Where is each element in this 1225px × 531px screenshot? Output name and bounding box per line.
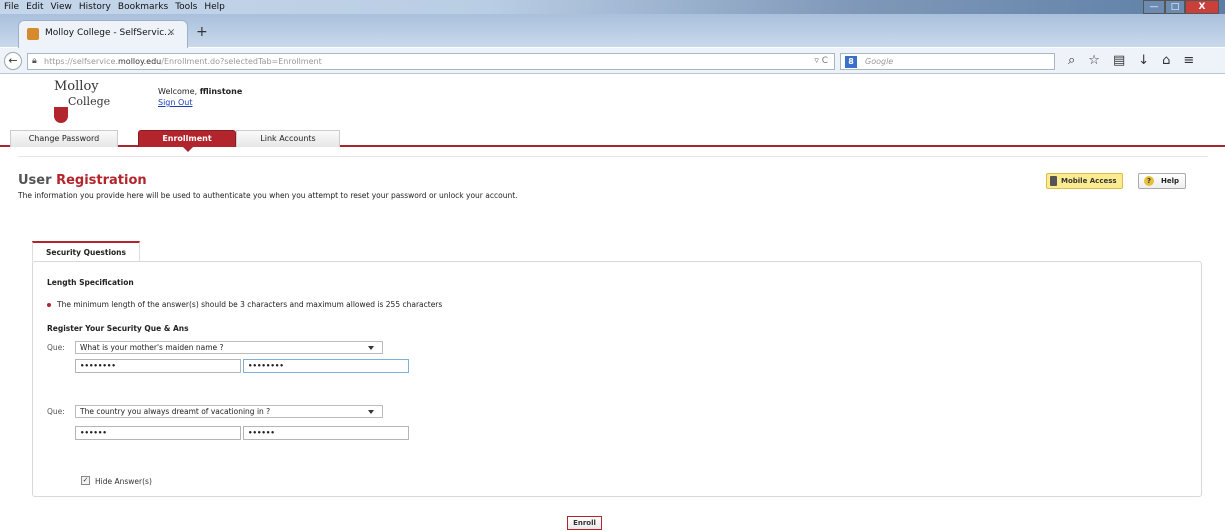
home-icon[interactable]: ⌂: [1162, 53, 1170, 68]
hide-answers-label: Hide Answer(s): [95, 477, 152, 486]
chevron-down-icon: [368, 410, 374, 414]
search-engine-icon[interactable]: 8: [845, 56, 857, 68]
menu-bookmarks[interactable]: Bookmarks: [118, 1, 168, 13]
help-icon: ?: [1144, 176, 1154, 186]
answer-field-2[interactable]: ••••••: [75, 426, 241, 440]
register-heading: Register Your Security Que & Ans: [47, 324, 189, 333]
answer-field-1[interactable]: ••••••••: [75, 359, 241, 373]
url-text: https://selfservice.molloy.edu/Enrollmen…: [44, 57, 322, 66]
search-box[interactable]: 8 Google: [840, 53, 1055, 70]
search-icon[interactable]: ⌕: [1068, 53, 1075, 68]
search-placeholder: Google: [865, 57, 894, 66]
close-window-button[interactable]: X: [1185, 0, 1219, 14]
bullet-icon: [47, 303, 51, 307]
page-title: User Registration: [18, 173, 147, 188]
bookmark-star-icon[interactable]: ☆: [1088, 53, 1100, 68]
reload-icon[interactable]: ▿ C: [814, 56, 828, 66]
browser-menubar: File Edit View History Bookmarks Tools H…: [0, 0, 1225, 14]
logo-line2: College: [68, 95, 111, 108]
back-button[interactable]: ←: [4, 52, 22, 70]
question-label: Que:: [47, 407, 65, 416]
menu-help[interactable]: Help: [204, 1, 225, 13]
question-select-2[interactable]: The country you always dreamt of vacatio…: [75, 405, 383, 418]
enroll-button[interactable]: Enroll: [567, 516, 602, 530]
tab-enrollment[interactable]: Enrollment: [138, 130, 236, 152]
menu-view[interactable]: View: [51, 1, 72, 13]
menu-history[interactable]: History: [79, 1, 111, 13]
minimize-button[interactable]: —: [1143, 0, 1165, 14]
chevron-down-icon: [368, 346, 374, 350]
question-select-1[interactable]: What is your mother's maiden name ?: [75, 341, 383, 354]
shield-icon: [54, 107, 68, 123]
mobile-access-button[interactable]: Mobile Access: [1046, 173, 1123, 189]
college-logo: Molloy College: [50, 79, 110, 125]
app-tabs: Change Password Enrollment Link Accounts: [0, 129, 1225, 152]
question-label: Que:: [47, 343, 65, 352]
tab-close-icon[interactable]: ×: [167, 27, 175, 38]
menu-file[interactable]: File: [4, 1, 19, 13]
logo-line1: Molloy: [54, 79, 99, 94]
browser-tab-title: Molloy College - SelfServic...: [45, 28, 173, 38]
app-header: Molloy College Welcome, fflinstone Sign …: [0, 75, 1225, 129]
main-content: User Registration The information you pr…: [18, 156, 1208, 530]
tab-link-accounts[interactable]: Link Accounts: [236, 130, 340, 147]
menu-icon[interactable]: ≡: [1183, 53, 1194, 68]
tab-change-password[interactable]: Change Password: [10, 130, 118, 147]
address-bar[interactable]: 🔒︎ https://selfservice.molloy.edu/Enroll…: [27, 53, 835, 70]
reading-list-icon[interactable]: ▤: [1113, 53, 1125, 68]
welcome-text: Welcome, fflinstone: [158, 87, 243, 96]
sign-out-link[interactable]: Sign Out: [158, 98, 193, 107]
browser-navbar: ← 🔒︎ https://selfservice.molloy.edu/Enro…: [0, 48, 1225, 74]
maximize-button[interactable]: □: [1165, 0, 1185, 14]
confirm-answer-field-2[interactable]: ••••••: [243, 426, 409, 440]
length-rule: The minimum length of the answer(s) shou…: [47, 300, 442, 309]
mobile-icon: [1050, 176, 1057, 186]
length-spec-heading: Length Specification: [47, 278, 134, 287]
lock-icon: 🔒︎: [32, 56, 37, 66]
hide-answers-checkbox[interactable]: ✓: [81, 476, 90, 485]
username: fflinstone: [199, 87, 243, 96]
tab-security-questions[interactable]: Security Questions: [32, 241, 140, 262]
new-tab-button[interactable]: +: [196, 24, 208, 40]
browser-tab[interactable]: Molloy College - SelfServic... ×: [18, 20, 188, 48]
confirm-answer-field-1[interactable]: ••••••••: [243, 359, 409, 373]
help-button[interactable]: ? Help: [1138, 173, 1186, 189]
intro-text: The information you provide here will be…: [18, 191, 518, 200]
menu-tools[interactable]: Tools: [175, 1, 197, 13]
menu-edit[interactable]: Edit: [26, 1, 43, 13]
download-icon[interactable]: ↓: [1138, 53, 1149, 68]
favicon-icon: [27, 28, 39, 40]
security-panel: Length Specification The minimum length …: [32, 261, 1202, 497]
